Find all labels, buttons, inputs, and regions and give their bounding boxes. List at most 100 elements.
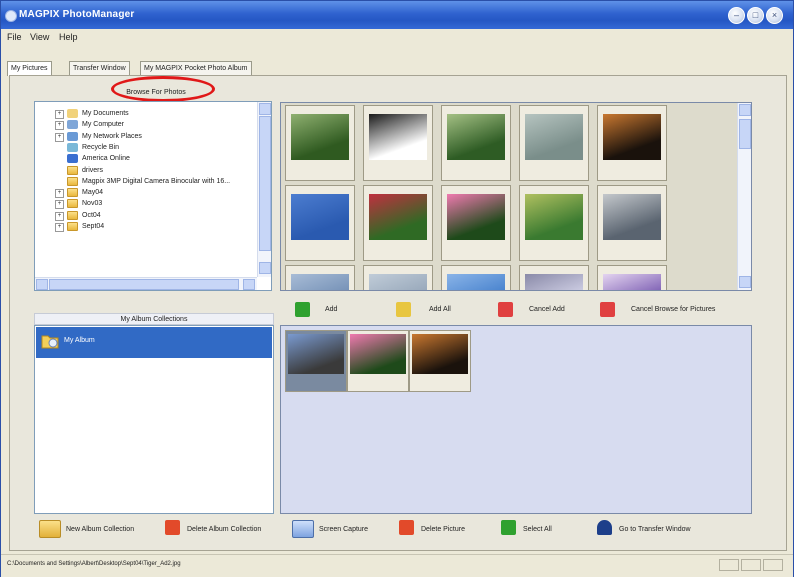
folder-tree[interactable]: + My Documents + My Computer + My Network Pla… [34,101,272,291]
photo-image [369,274,427,290]
add-all-button[interactable]: Add All [396,300,476,318]
photo-thumbnail[interactable] [597,185,667,261]
computer-icon [67,120,78,130]
delete-album-button[interactable]: Delete Album Collection [165,516,285,542]
photo-thumbnail[interactable] [597,105,667,181]
album-photo[interactable] [409,330,471,392]
tree-item[interactable]: Magpix 3MP Digital Camera Binocular with… [35,176,255,187]
scroll-right-button[interactable] [243,279,255,290]
toolbar-label: Select All [523,526,552,533]
recycle-bin-icon [67,142,78,152]
photo-thumbnail[interactable] [519,105,589,181]
tree-item[interactable]: + May04 [35,187,255,199]
photo-thumbnail[interactable] [519,265,589,290]
tree-item[interactable]: + My Computer [35,119,255,131]
menu-file[interactable]: File [7,32,22,42]
tree-item[interactable]: + Oct04 [35,210,255,221]
photo-thumbnail[interactable] [285,185,355,261]
app-icon[interactable] [5,10,17,22]
scroll-thumb[interactable] [739,119,751,149]
grid-vertical-scrollbar[interactable] [737,103,751,290]
photo-image [525,194,583,240]
scroll-thumb[interactable] [259,116,271,251]
aol-icon [67,154,78,164]
toolbar-label: Delete Album Collection [187,526,262,533]
cancel-browse-button[interactable]: Cancel Browse for Pictures [600,300,740,318]
scroll-up-button[interactable] [739,104,751,116]
tab-transfer-window[interactable]: Transfer Window [69,61,130,75]
tree-item[interactable]: + Nov03 [35,198,255,210]
expand-icon[interactable]: + [55,200,64,210]
tree-item[interactable]: + Sept04 [35,221,255,232]
tree-horizontal-scrollbar[interactable] [35,277,257,290]
folder-icon [67,176,78,186]
documents-icon [67,109,78,118]
highlight-ellipse [111,76,215,102]
photo-thumbnail[interactable] [597,265,667,290]
album-item-my-album[interactable]: My Album [36,327,272,358]
tab-my-pictures[interactable]: My Pictures [7,61,52,76]
screen-capture-button[interactable]: Screen Capture [292,516,412,542]
album-photos-area[interactable] [280,325,752,514]
photo-image [412,334,468,374]
tree-item-label: Recycle Bin [82,143,119,151]
photo-image [603,114,661,160]
menu-help[interactable]: Help [59,32,78,42]
tab-pocket-photo-album[interactable]: My MAGPIX Pocket Photo Album [140,61,252,75]
cancel-browse-icon [600,302,615,317]
add-arrow-button[interactable]: Add [295,300,375,318]
cancel-add-icon [498,302,513,317]
tree-vertical-scrollbar[interactable] [257,102,271,277]
transfer-window-button[interactable]: Go to Transfer Window [597,516,717,542]
photo-thumbnail[interactable] [363,185,433,261]
expand-icon[interactable]: + [55,110,64,119]
tree-item[interactable]: drivers [35,165,255,176]
photo-thumbnail[interactable] [363,265,433,290]
minimize-button[interactable]: – [728,7,745,24]
photo-thumbnail[interactable] [363,105,433,181]
delete-album-icon [165,520,180,535]
folder-icon [67,165,78,175]
album-collections-header: My Album Collections [34,313,274,325]
title-bar: MAGPIX PhotoManager – □ × [1,1,793,29]
expand-icon[interactable]: + [55,121,64,131]
tree-item[interactable]: + My Network Places [35,131,255,142]
scroll-down-button[interactable] [739,276,751,288]
scroll-left-button[interactable] [36,279,48,290]
photo-thumbnail[interactable] [441,265,511,290]
close-button[interactable]: × [766,7,783,24]
photo-browser-grid[interactable] [280,102,752,291]
toolbar-label: New Album Collection [66,526,135,533]
app-window: MAGPIX PhotoManager – □ × File View Help… [0,0,794,577]
toolbar-label: Go to Transfer Window [619,526,691,533]
folder-icon [67,210,78,220]
photo-thumbnail[interactable] [441,105,511,181]
tree-item[interactable]: + My Documents [35,108,255,119]
new-album-button[interactable]: New Album Collection [39,516,159,542]
expand-icon[interactable]: + [55,132,64,142]
photo-image [291,114,349,160]
network-icon [67,131,78,141]
folder-icon [67,188,78,198]
photo-thumbnail[interactable] [285,265,355,290]
expand-icon[interactable]: + [55,223,64,232]
scroll-thumb[interactable] [49,279,239,290]
scroll-up-button[interactable] [259,103,271,115]
menu-view[interactable]: View [30,32,49,42]
photo-thumbnail[interactable] [285,105,355,181]
photo-thumbnail[interactable] [519,185,589,261]
tree-item-label: My Network Places [82,132,142,140]
tree-item[interactable]: America Online [35,153,255,164]
scroll-down-button[interactable] [259,262,271,274]
photo-image [369,114,427,160]
album-photo[interactable] [285,330,347,392]
expand-icon[interactable]: + [55,211,64,221]
album-collection-list[interactable]: My Album [34,325,274,514]
cancel-add-button[interactable]: Cancel Add [498,300,578,318]
tree-item-label: Nov03 [82,200,103,208]
maximize-button[interactable]: □ [747,7,764,24]
expand-icon[interactable]: + [55,189,64,199]
tree-item[interactable]: Recycle Bin [35,142,255,153]
photo-thumbnail[interactable] [441,185,511,261]
album-photo[interactable] [347,330,409,392]
